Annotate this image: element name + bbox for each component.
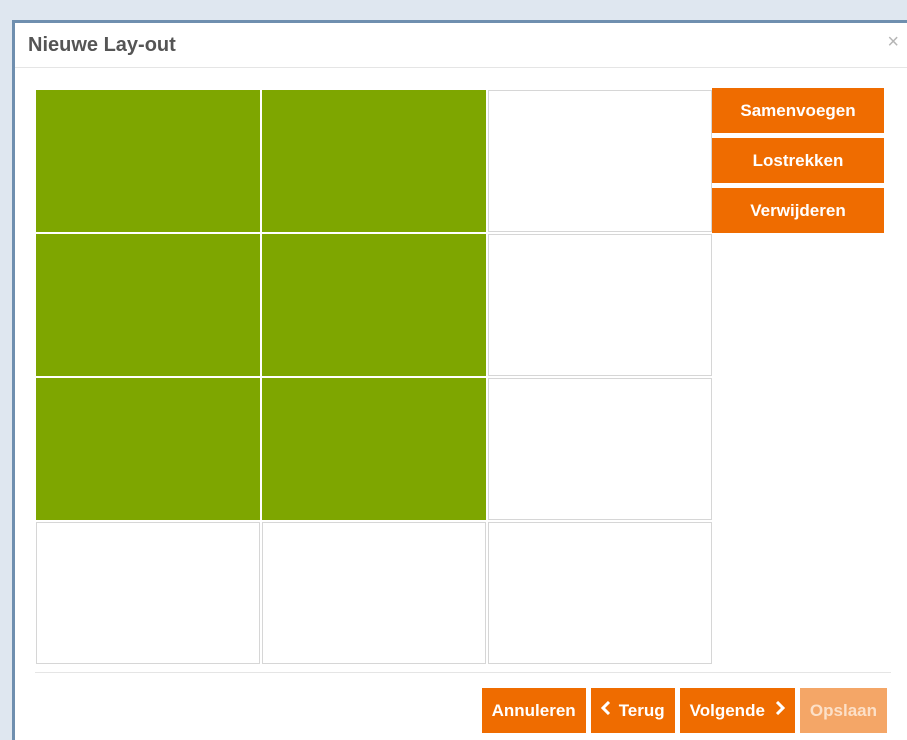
next-button[interactable]: Volgende xyxy=(679,688,795,733)
save-button-label: Opslaan xyxy=(809,700,877,720)
footer-divider xyxy=(35,672,891,673)
grid-cell-r1-c1[interactable] xyxy=(36,90,260,232)
chevron-right-icon xyxy=(775,700,786,720)
cancel-button-label: Annuleren xyxy=(491,700,576,720)
split-button[interactable]: Lostrekken xyxy=(712,138,884,183)
chevron-left-icon xyxy=(600,700,611,720)
close-icon[interactable]: × xyxy=(887,32,899,52)
back-button[interactable]: Terug xyxy=(590,688,675,733)
grid-cell-r3-c3[interactable] xyxy=(488,378,712,520)
grid-cell-r4-c2[interactable] xyxy=(262,522,486,664)
cancel-button[interactable]: Annuleren xyxy=(481,688,586,733)
grid-cell-r3-c1[interactable] xyxy=(36,378,260,520)
new-layout-dialog: Nieuwe Lay-out × Samenvoegen Lostrekken … xyxy=(12,20,907,740)
save-button[interactable]: Opslaan xyxy=(799,688,887,733)
grid-cell-r4-c1[interactable] xyxy=(36,522,260,664)
grid-cell-r3-c2[interactable] xyxy=(262,378,486,520)
grid-cell-r1-c3[interactable] xyxy=(488,90,712,232)
grid-cell-r2-c3[interactable] xyxy=(488,234,712,376)
grid-cell-r4-c3[interactable] xyxy=(488,522,712,664)
next-button-label: Volgende xyxy=(689,700,765,720)
dialog-title: Nieuwe Lay-out xyxy=(28,34,176,56)
grid-actions: Samenvoegen Lostrekken Verwijderen xyxy=(712,88,884,238)
grid-cell-r2-c1[interactable] xyxy=(36,234,260,376)
layout-grid xyxy=(36,90,712,664)
dialog-footer: Annuleren Terug Volgende Opslaan xyxy=(481,688,887,733)
grid-cell-r1-c2[interactable] xyxy=(262,90,486,232)
back-button-label: Terug xyxy=(618,700,665,720)
grid-cell-r2-c2[interactable] xyxy=(262,234,486,376)
merge-button[interactable]: Samenvoegen xyxy=(712,88,884,133)
delete-button[interactable]: Verwijderen xyxy=(712,188,884,233)
dialog-header: Nieuwe Lay-out × xyxy=(15,23,907,68)
